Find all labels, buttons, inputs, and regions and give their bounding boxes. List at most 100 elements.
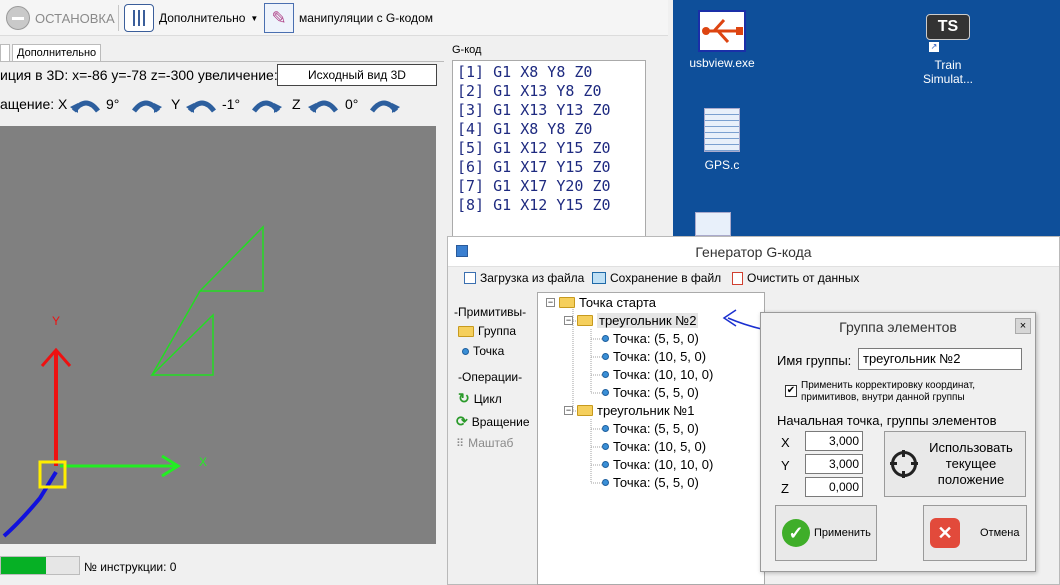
scale-icon: ⠿ [456, 437, 465, 450]
operations-header: -Операции- [458, 370, 523, 384]
gcode-line[interactable]: [7] G1 X17 Y20 Z0 [457, 177, 641, 196]
gcode-line[interactable]: [8] G1 X12 Y15 Z0 [457, 196, 641, 215]
z-angle-value: 0° [345, 96, 359, 112]
gcode-line[interactable]: [4] G1 X8 Y8 Z0 [457, 120, 641, 139]
tree-root-node[interactable]: − Точка старта [546, 295, 656, 310]
usb-app-icon [698, 10, 746, 52]
gcode-line[interactable]: [6] G1 X17 Y15 Z0 [457, 158, 641, 177]
scale-button[interactable]: ⠿ Маштаб [456, 436, 534, 450]
z-coord-input[interactable]: 0,000 [805, 477, 863, 497]
sliders-icon [124, 4, 154, 32]
toolbar-separator [118, 5, 119, 31]
triangle-2-shape [198, 225, 264, 292]
collapse-toggle-icon[interactable]: − [564, 316, 573, 325]
chevron-down-icon: ▼ [250, 13, 259, 23]
folder-icon [458, 325, 474, 337]
add-point-button[interactable]: Точка [462, 344, 534, 358]
rotate-y-left-button[interactable] [186, 93, 218, 118]
add-group-button[interactable]: Группа [458, 324, 534, 338]
progress-fill [1, 557, 47, 574]
point-icon [602, 335, 609, 342]
tab-extra[interactable]: Дополнительно [12, 44, 102, 62]
extra-dropdown-button[interactable]: Дополнительно ▼ [124, 3, 258, 33]
tab-divider [0, 61, 444, 62]
rotate-y-right-button[interactable] [250, 93, 282, 118]
desktop-background: usbview.exe TS ↗ Train Simulat... GPS.c [673, 0, 1060, 236]
tab-main[interactable] [0, 44, 10, 62]
rotate-z-right-button[interactable] [368, 93, 400, 118]
use-current-position-button[interactable]: Использовать текущее положение [884, 431, 1026, 497]
x-coord-label: X [781, 435, 790, 450]
rotation-x-label: ащение: X [0, 96, 68, 112]
save-file-icon [592, 272, 606, 284]
text-file-icon [704, 108, 740, 152]
loop-icon: ↻ [458, 390, 470, 406]
gcode-line[interactable]: [2] G1 X13 Y8 Z0 [457, 82, 641, 101]
viewport-3d[interactable]: Y X [0, 126, 436, 544]
gcode-line[interactable]: [3] G1 X13 Y13 Z0 [457, 101, 641, 120]
rotate-left-icon [70, 100, 100, 113]
tree-point-node[interactable]: Точка: (5, 5, 0) [602, 331, 699, 346]
point-icon [602, 353, 609, 360]
rotate-right-icon [252, 100, 282, 113]
tree-group-node[interactable]: − треугольник №1 [564, 403, 694, 418]
use-current-position-label: Использовать текущее положение [929, 440, 1013, 487]
primitives-header: -Примитивы- [454, 305, 527, 319]
gcode-line[interactable]: [1] G1 X8 Y8 Z0 [457, 63, 641, 82]
desktop-icon-gps-c[interactable]: GPS.c [687, 108, 757, 172]
cancel-button[interactable]: ✕ Отмена [923, 505, 1027, 561]
collapse-toggle-icon[interactable]: − [546, 298, 555, 307]
tree-point-node[interactable]: Точка: (10, 5, 0) [602, 349, 706, 364]
rotate-left-icon [186, 100, 216, 113]
clear-document-icon [732, 271, 743, 285]
triangle-1-shape [150, 313, 214, 376]
z-axis-label: Z [292, 96, 301, 112]
rotate-x-right-button[interactable] [130, 93, 162, 118]
folder-open-icon [577, 405, 593, 416]
desktop-icon-train-simulator[interactable]: TS ↗ Train Simulat... [913, 14, 983, 86]
gcode-listing[interactable]: [1] G1 X8 Y8 Z0 [2] G1 X13 Y8 Z0 [3] G1 X1… [452, 60, 646, 238]
rotate-z-left-button[interactable] [308, 93, 340, 118]
checkmark-icon: ✓ [782, 519, 810, 547]
tree-point-node[interactable]: Точка: (10, 10, 0) [602, 457, 713, 472]
loop-button[interactable]: ↻ Цикл [458, 390, 534, 407]
clear-data-button[interactable]: Очистить от данных [732, 271, 859, 285]
desktop-icon-usbview[interactable]: usbview.exe [687, 10, 757, 70]
group-name-input[interactable]: треугольник №2 [858, 348, 1022, 370]
x-coord-input[interactable]: 3,000 [805, 431, 863, 451]
tree-point-node[interactable]: Точка: (5, 5, 0) [602, 475, 699, 490]
y-coord-input[interactable]: 3,000 [805, 454, 863, 474]
rotate-x-left-button[interactable] [70, 93, 102, 118]
close-icon[interactable]: × [1015, 318, 1031, 334]
dialog-titlebar: Группа элементов × [761, 313, 1035, 339]
main-toolbar: ОСТАНОВКА Дополнительно ▼ ✎ манипуляции … [0, 0, 668, 36]
position-3d-label: иция в 3D: x=-86 y=-78 z=-300 увеличение… [0, 67, 278, 83]
gcode-manipulation-button[interactable]: ✎ манипуляции с G-кодом [264, 3, 433, 33]
apply-button[interactable]: ✓ Применить [775, 505, 877, 561]
stop-button[interactable]: ОСТАНОВКА [6, 3, 115, 33]
progress-bar [0, 556, 80, 575]
rotate-right-icon [132, 100, 162, 113]
rotate-button[interactable]: ⟳ Вращение [456, 413, 534, 430]
save-to-file-button[interactable]: Сохранение в файл [592, 271, 721, 285]
apply-correction-checkbox[interactable]: ✔ [785, 385, 797, 397]
apply-correction-label: Применить корректировку координат, прими… [801, 380, 976, 403]
reset-view-button[interactable]: Исходный вид 3D [277, 64, 437, 86]
text-file-icon [695, 212, 731, 236]
tree-group-node[interactable]: − треугольник №2 [564, 313, 699, 328]
tree-point-node[interactable]: Точка: (5, 5, 0) [602, 385, 699, 400]
collapse-toggle-icon[interactable]: − [564, 406, 573, 415]
y-coord-label: Y [781, 458, 790, 473]
instruction-number-label: № инструкции: 0 [84, 560, 177, 574]
point-icon [602, 371, 609, 378]
tree-point-node[interactable]: Точка: (5, 5, 0) [602, 421, 699, 436]
gcode-line[interactable]: [5] G1 X12 Y15 Z0 [457, 139, 641, 158]
load-from-file-button[interactable]: Загрузка из файла [464, 271, 584, 285]
gcode-group-title: G-код [452, 44, 482, 56]
x-angle-value: 9° [106, 96, 120, 112]
connector-line [151, 290, 201, 376]
point-icon [602, 389, 609, 396]
point-icon [602, 461, 609, 468]
tree-point-node[interactable]: Точка: (10, 5, 0) [602, 439, 706, 454]
tree-point-node[interactable]: Точка: (10, 10, 0) [602, 367, 713, 382]
